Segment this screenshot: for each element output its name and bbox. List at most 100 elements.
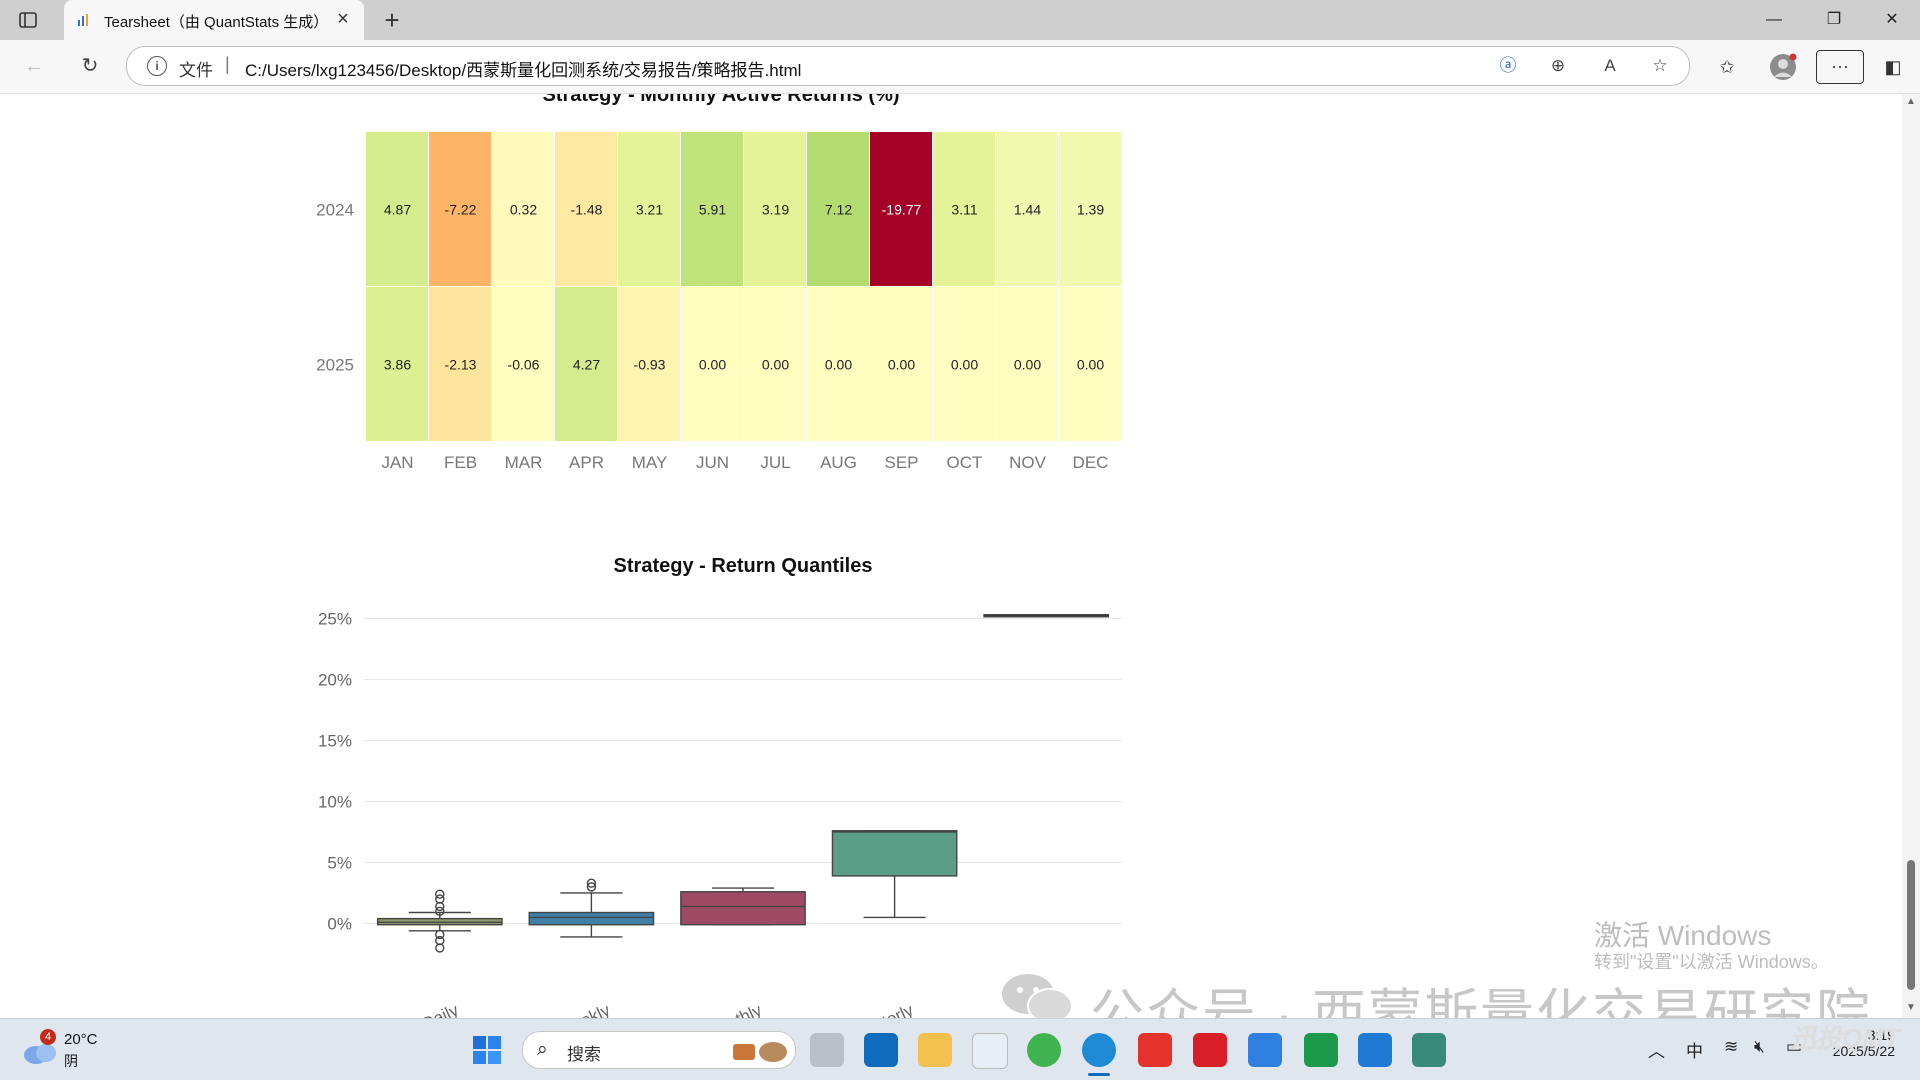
refresh-button[interactable]: ↻ (76, 52, 104, 80)
heatmap-month-label: JAN (381, 453, 413, 472)
box-body (680, 891, 806, 926)
y-tick-label: 25% (318, 609, 352, 628)
address-scheme: 文件 (179, 61, 213, 80)
heatmap-cell-value: -19.77 (882, 202, 922, 218)
vscode-icon[interactable] (1358, 1033, 1392, 1067)
tab-title: Tearsheet（由 QuantStats 生成） (104, 14, 329, 31)
new-tab-button[interactable]: + (378, 6, 406, 34)
file-explorer-icon[interactable] (918, 1033, 952, 1067)
heatmap-cell-value: 7.12 (825, 202, 852, 218)
heatmap-cell-value: -0.06 (508, 357, 540, 373)
active-app-indicator (1088, 1073, 1110, 1076)
edge-icon[interactable] (1082, 1033, 1116, 1067)
heatmap-month-label: DEC (1073, 453, 1109, 472)
more-menu-button[interactable]: ··· (1816, 50, 1864, 84)
windows-start-icon[interactable] (472, 1035, 502, 1065)
heatmap-cell-value: 0.00 (951, 357, 978, 373)
heatmap-cell-value: 4.27 (573, 357, 600, 373)
minimize-button[interactable]: — (1758, 8, 1790, 32)
taskbar-search[interactable]: ⌕ 搜索 (522, 1031, 796, 1069)
tab-bar: Tearsheet（由 QuantStats 生成） × + — ❐ ✕ (0, 0, 1920, 40)
profile-avatar[interactable] (1768, 52, 1798, 82)
nav-bar: ← ↻ i 文件 | C:/Users/lxg123456/Desktop/西蒙… (0, 40, 1920, 94)
tray-chevron-icon[interactable]: ︿ (1648, 1037, 1665, 1062)
microsoft-store-icon[interactable] (972, 1033, 1008, 1069)
heatmap-year-label: 2025 (316, 356, 354, 375)
task-view-icon[interactable] (810, 1033, 844, 1067)
zoom-icon[interactable]: ⊕ (1547, 55, 1569, 77)
search-highlight-icon (733, 1042, 787, 1062)
wechat-icon[interactable] (1027, 1033, 1061, 1067)
ime-indicator[interactable]: 中 (1686, 1037, 1703, 1062)
y-tick-label: 0% (327, 914, 352, 933)
heatmap-cell-value: 4.87 (384, 202, 411, 218)
heatmap-year-label: 2024 (316, 201, 354, 220)
qmt-app-icon[interactable] (1248, 1033, 1282, 1067)
weather-widget[interactable]: 4 20°C 阴 (22, 1029, 122, 1073)
box-body (528, 911, 655, 926)
heatmap-month-label: MAR (505, 453, 543, 472)
heatmap-month-label: APR (569, 453, 604, 472)
address-url[interactable]: C:/Users/lxg123456/Desktop/西蒙斯量化回测系统/交易报… (245, 56, 801, 81)
read-aloud-icon[interactable]: A (1599, 55, 1621, 77)
heatmap-cell-value: 3.19 (762, 202, 789, 218)
heatmap-cell-value: -7.22 (445, 202, 477, 218)
close-window-button[interactable]: ✕ (1876, 8, 1908, 32)
page-content: Strategy - Monthly Active Returns (%) 20… (6, 94, 1902, 1018)
tab-actions-icon[interactable] (18, 10, 38, 30)
red-app-icon[interactable] (1193, 1033, 1227, 1067)
heatmap-cell-value: 0.32 (510, 202, 537, 218)
monthly-returns-heatmap: 2024 4.87 -7.22 0.32 -1.48 3.21 5.91 3.19 7.12 -1… (316, 132, 1121, 472)
heatmap-cell-value: 3.21 (636, 202, 663, 218)
wps-icon[interactable] (1138, 1033, 1172, 1067)
volume-muted-icon[interactable]: 🔇︎ (1754, 1037, 1765, 1057)
temperature: 20°C (64, 1031, 98, 1048)
close-tab-icon[interactable]: × (332, 8, 354, 30)
y-tick-label: 15% (318, 731, 352, 750)
heatmap-month-label: AUG (820, 453, 857, 472)
heatmap-month-label: JUN (696, 453, 729, 472)
weather-badge: 4 (40, 1029, 56, 1045)
heatmap-cell-value: 0.00 (825, 357, 852, 373)
sidebar-toggle-icon[interactable]: ◧ (1878, 52, 1908, 82)
heatmap-cell-value: 0.00 (888, 357, 915, 373)
weather-condition: 阴 (64, 1053, 78, 1069)
chart-favicon-icon (78, 14, 88, 26)
favorites-icon[interactable]: ✩ (1712, 52, 1742, 82)
scroll-up-icon[interactable]: ▲ (1906, 96, 1916, 107)
search-placeholder: 搜索 (567, 1045, 601, 1064)
search-icon: ⌕ (537, 1039, 548, 1060)
heatmap-month-label: FEB (444, 453, 477, 472)
address-separator: | (225, 54, 230, 74)
heatmap-month-label: JUL (760, 453, 790, 472)
return-quantiles-chart: Strategy - Return Quantiles 0% 5% 10% 15% 20%… (318, 555, 1122, 1018)
outlook-icon[interactable] (864, 1033, 898, 1067)
favorite-star-icon[interactable]: ☆ (1649, 55, 1671, 77)
heatmap-cell-value: -0.93 (634, 357, 666, 373)
address-bar[interactable]: i 文件 | C:/Users/lxg123456/Desktop/西蒙斯量化回… (126, 46, 1690, 86)
x-category-label: Weekly (555, 1000, 614, 1018)
heatmap-cell-value: 0.00 (699, 357, 726, 373)
back-button[interactable]: ← (20, 52, 48, 80)
scroll-down-icon[interactable]: ▼ (1906, 1002, 1916, 1013)
tab-tearsheet[interactable]: Tearsheet（由 QuantStats 生成） × (64, 0, 364, 40)
info-icon[interactable]: i (147, 56, 167, 76)
y-tick-label: 5% (327, 853, 352, 872)
wifi-icon[interactable]: ≋ (1724, 1037, 1738, 1057)
restore-button[interactable]: ❐ (1818, 8, 1850, 32)
vertical-scrollbar[interactable]: ▲ ▼ (1902, 94, 1920, 1018)
heatmap-cell-value: 3.86 (384, 357, 411, 373)
y-tick-label: 10% (318, 792, 352, 811)
notes-app-icon[interactable] (1412, 1033, 1446, 1067)
heatmap-cell-value: 1.44 (1014, 202, 1041, 218)
box-body (831, 830, 958, 877)
terminal-app-icon[interactable] (1304, 1033, 1338, 1067)
heatmap-cell-value: -1.48 (571, 202, 603, 218)
heatmap-month-label: NOV (1009, 453, 1047, 472)
scrollbar-thumb[interactable] (1907, 860, 1915, 990)
heatmap-month-label: MAY (632, 453, 668, 472)
y-tick-label: 20% (318, 670, 352, 689)
x-category-label: Quarterly (845, 1000, 917, 1018)
heatmap-cell-value: 0.00 (1077, 357, 1104, 373)
translate-icon[interactable]: ⓐ (1497, 55, 1519, 77)
